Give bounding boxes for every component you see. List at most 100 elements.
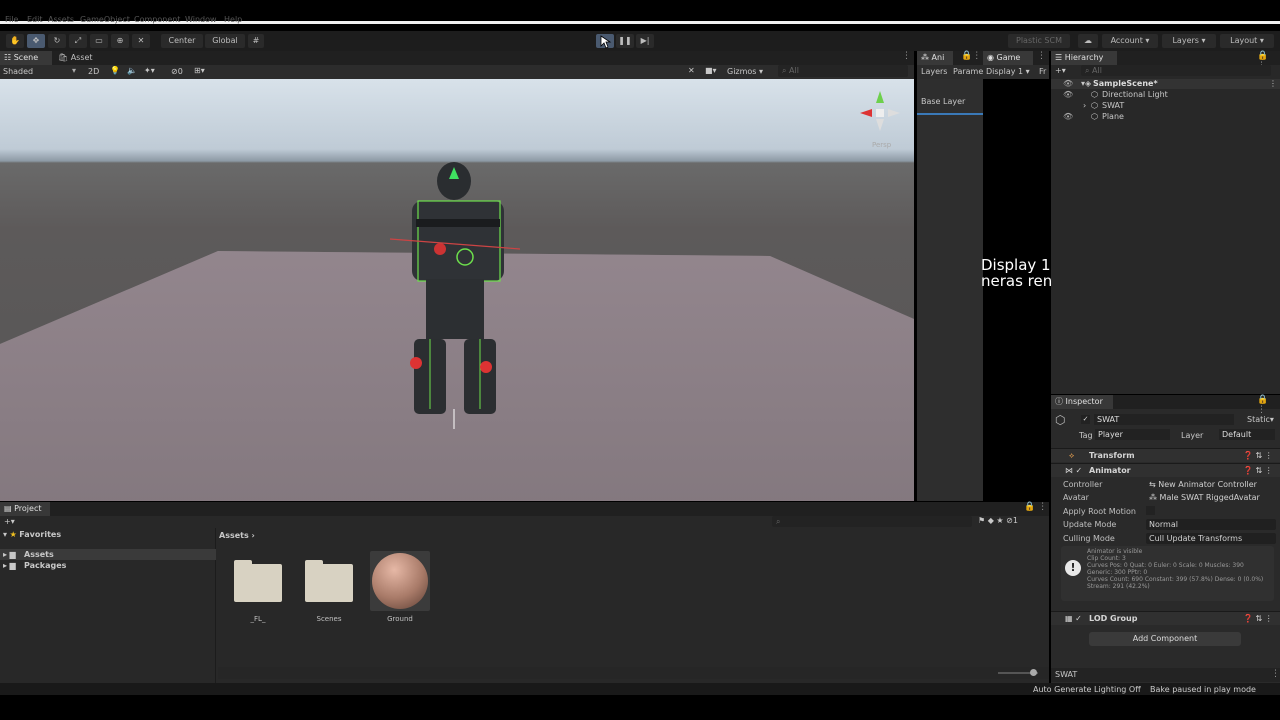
menu-component[interactable]: Component: [134, 15, 180, 24]
scene-orientation-gizmo[interactable]: [856, 87, 906, 137]
swat-character[interactable]: [380, 159, 540, 429]
active-checkbox[interactable]: ✓: [1081, 415, 1090, 424]
lighting-toggle-icon[interactable]: 💡: [110, 66, 120, 75]
zoom-slider-thumb[interactable]: [1030, 669, 1037, 676]
lod-group-header[interactable]: ▦ ✓ LOD Group ❓ ⇅ ⋮: [1051, 611, 1280, 625]
hidden-objects-counter[interactable]: ⊘0: [171, 67, 183, 76]
scene-viewport[interactable]: Persp: [0, 79, 914, 501]
hierarchy-row-swat[interactable]: › ⬡ SWAT: [1051, 101, 1280, 111]
effects-toggle-icon[interactable]: ✦▾: [144, 66, 155, 75]
tab-hierarchy[interactable]: ☰ Hierarchy: [1051, 51, 1117, 65]
game-menu-icon[interactable]: ⋮: [1037, 51, 1046, 61]
step-button-icon[interactable]: ▶|: [636, 34, 654, 48]
menu-window[interactable]: Window: [185, 15, 217, 24]
scene-menu-icon[interactable]: ⋮: [902, 51, 911, 61]
menu-assets[interactable]: Assets: [48, 15, 74, 24]
rect-tool-icon[interactable]: ▭: [90, 34, 108, 48]
avatar-field[interactable]: ⁂ Male SWAT RiggedAvatar: [1146, 492, 1276, 503]
camera-settings-icon[interactable]: ■▾: [705, 66, 717, 75]
hand-tool-icon[interactable]: ✋: [6, 34, 24, 48]
layer-dropdown[interactable]: Default: [1219, 429, 1275, 440]
lighting-status[interactable]: Auto Generate Lighting Off: [1033, 685, 1141, 694]
transform-header[interactable]: ⟡ Transform ❓ ⇅ ⋮: [1051, 448, 1280, 462]
tree-item-assets[interactable]: ▸ ▆ Assets: [0, 549, 216, 560]
asset-label: _FL_: [250, 615, 266, 623]
help-icon[interactable]: ❓ ⇅ ⋮: [1243, 614, 1273, 623]
move-tool-icon[interactable]: ✥: [27, 34, 45, 48]
object-name-field[interactable]: SWAT: [1094, 414, 1234, 425]
hierarchy-row-scene[interactable]: 👁 ▾◈ SampleScene* ⋮: [1051, 79, 1280, 89]
asset-folder-icon[interactable]: [305, 560, 353, 602]
animator-parameters-tab[interactable]: Parame: [953, 67, 983, 76]
display-dropdown[interactable]: Display 1 ▾: [986, 67, 1030, 76]
layers-dropdown[interactable]: Layers ▾: [1162, 34, 1216, 48]
static-dropdown[interactable]: Static▾: [1247, 415, 1274, 424]
ground-material-thumbnail[interactable]: [370, 551, 430, 611]
update-mode-dropdown[interactable]: Normal: [1146, 519, 1276, 530]
tab-inspector[interactable]: ⓘ Inspector: [1051, 395, 1113, 409]
gizmos-dropdown[interactable]: Gizmos ▾: [727, 67, 763, 76]
pause-button-icon[interactable]: ❚❚: [616, 34, 634, 48]
tab-scene[interactable]: ☷ Scene: [0, 51, 52, 65]
menu-help[interactable]: Help: [224, 15, 242, 24]
culling-mode-dropdown[interactable]: Cull Update Transforms: [1146, 533, 1276, 544]
tab-project[interactable]: ▤ Project: [0, 502, 50, 516]
scene-search-input[interactable]: ⌕ All: [778, 65, 908, 77]
hierarchy-add-icon[interactable]: +▾: [1055, 66, 1066, 75]
apply-root-motion-checkbox[interactable]: [1146, 506, 1155, 515]
animator-lock-icon[interactable]: 🔒⋮: [961, 51, 981, 61]
project-search-input[interactable]: ⌕: [772, 516, 972, 527]
asset-folder-icon[interactable]: [234, 560, 282, 602]
animator-header[interactable]: ⋈ ✓ Animator ❓ ⇅ ⋮: [1051, 463, 1280, 477]
hierarchy-row-light[interactable]: 👁 ⬡ Directional Light: [1051, 90, 1280, 100]
transform-tool-icon[interactable]: ⊕: [111, 34, 129, 48]
rotate-tool-icon[interactable]: ↻: [48, 34, 66, 48]
tab-animator[interactable]: ⁂ Ani: [917, 51, 953, 65]
layers-label: Layers: [1172, 36, 1199, 45]
pivot-center-button[interactable]: Center: [161, 34, 203, 48]
visibility-toggle-icon[interactable]: 👁: [1063, 112, 1073, 121]
scale-tool-icon[interactable]: ⤢: [69, 34, 87, 48]
pivot-global-button[interactable]: Global: [205, 34, 245, 48]
animator-icon: ⋈ ✓: [1065, 466, 1083, 475]
help-icon[interactable]: ❓ ⇅ ⋮: [1243, 451, 1273, 460]
project-add-icon[interactable]: +▾: [4, 517, 15, 526]
tree-item-packages[interactable]: ▸ ▆ Packages: [0, 560, 216, 571]
toggle-2d-button[interactable]: 2D: [88, 67, 99, 76]
base-layer-item[interactable]: Base Layer: [917, 95, 983, 115]
plastic-scm-button[interactable]: Plastic SCM: [1008, 34, 1070, 48]
tools-icon[interactable]: ✕: [688, 66, 695, 75]
tag-dropdown[interactable]: Player: [1095, 429, 1170, 440]
menu-gameobject[interactable]: GameObject: [80, 15, 130, 24]
help-icon[interactable]: ❓ ⇅ ⋮: [1243, 466, 1273, 475]
tab-game[interactable]: ◉ Game: [983, 51, 1033, 65]
grid-snap-icon[interactable]: #: [248, 34, 264, 48]
custom-tool-icon[interactable]: ✕: [132, 34, 150, 48]
controller-field[interactable]: ⇆ New Animator Controller: [1146, 479, 1276, 490]
visibility-toggle-icon[interactable]: 👁: [1063, 90, 1073, 99]
cloud-icon[interactable]: ☁: [1078, 34, 1098, 48]
aspect-dropdown[interactable]: Fr: [1039, 67, 1046, 76]
hierarchy-search-input[interactable]: ⌕ All: [1081, 65, 1271, 76]
favorites-item[interactable]: ▾ ★ Favorites: [3, 530, 61, 539]
animator-layers-tab[interactable]: Layers: [921, 67, 947, 76]
scene-menu-icon[interactable]: ⋮: [1269, 79, 1277, 88]
layout-dropdown[interactable]: Layout ▾: [1220, 34, 1274, 48]
breadcrumb[interactable]: Assets ›: [219, 531, 255, 540]
menu-edit[interactable]: Edit: [27, 15, 43, 24]
expand-arrow-icon[interactable]: ›: [1083, 101, 1086, 110]
menu-file[interactable]: File: [5, 15, 18, 24]
footer-menu-icon[interactable]: ⋮: [1271, 669, 1280, 679]
inspector-lock-icon[interactable]: 🔒 ⋮: [1257, 395, 1280, 415]
add-component-button[interactable]: Add Component: [1089, 632, 1241, 646]
scene-camera-icon[interactable]: ⊞▾: [194, 66, 205, 75]
filter-icons[interactable]: ⚑ ◆ ★ ⊘1: [978, 516, 1018, 525]
hierarchy-row-plane[interactable]: 👁 ⬡ Plane: [1051, 112, 1280, 122]
shading-mode-dropdown[interactable]: Shaded: [3, 67, 33, 76]
game-toolbar: Display 1 ▾ Fr: [983, 65, 1049, 79]
project-lock-icon[interactable]: 🔒 ⋮: [1024, 502, 1047, 512]
audio-toggle-icon[interactable]: 🔈: [127, 66, 137, 75]
visibility-toggle-icon[interactable]: 👁: [1063, 79, 1073, 88]
account-dropdown[interactable]: Account ▾: [1102, 34, 1158, 48]
tab-asset-store[interactable]: 🛍 Asset Store: [54, 51, 116, 76]
